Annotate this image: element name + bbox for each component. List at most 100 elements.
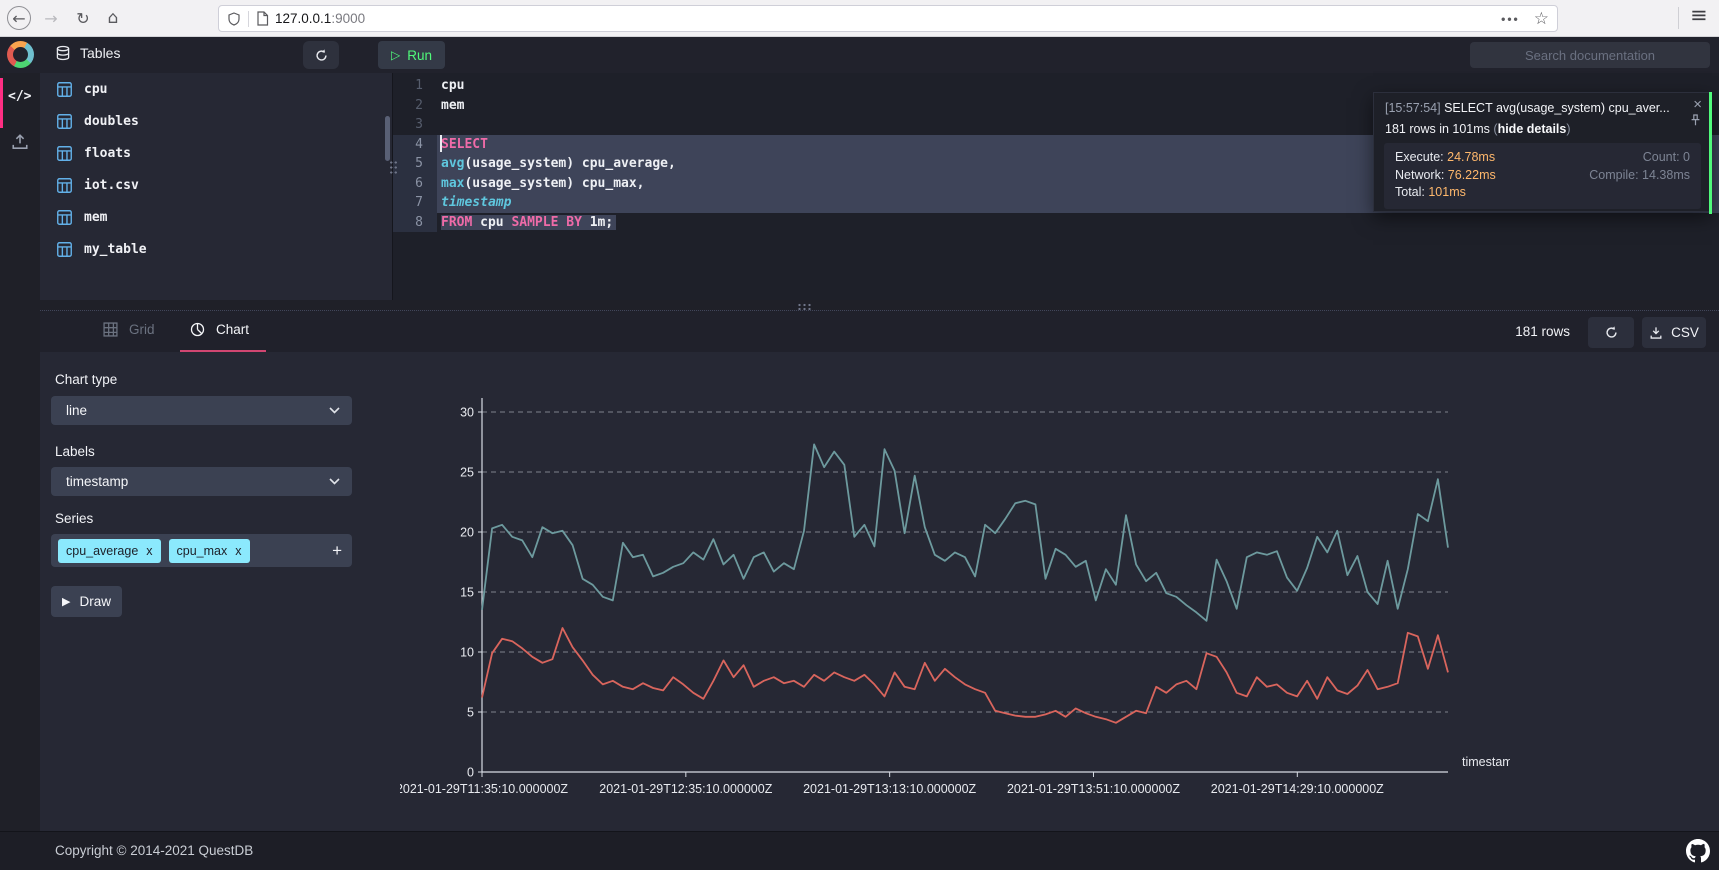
github-icon[interactable] xyxy=(1686,839,1710,863)
chart-type-value: line xyxy=(66,403,87,418)
tables-list: cpu doublesfloatsiot.csv mem my_table xyxy=(40,73,392,265)
run-button[interactable]: ▷ Run xyxy=(378,41,445,69)
stats-right: Count: 0Compile: 14.38ms xyxy=(1589,149,1690,202)
left-rail: </> xyxy=(0,73,40,831)
series-chip-cpu_max[interactable]: cpu_max x xyxy=(169,539,250,563)
active-rail-indicator xyxy=(0,78,3,128)
code-editor-icon[interactable]: </> xyxy=(8,89,31,104)
app-header: Tables ▷ Run xyxy=(0,37,1719,73)
notification-summary: 181 rows in 101ms (hide details) xyxy=(1374,115,1711,136)
chevron-down-icon xyxy=(329,478,340,485)
series-chips-box: cpu_averagex cpu_max x + xyxy=(51,534,352,567)
notification-title: [15:57:54] SELECT avg(usage_system) cpu_… xyxy=(1374,93,1711,115)
home-button[interactable]: ⌂ xyxy=(101,6,125,30)
draw-button[interactable]: ▶ Draw xyxy=(51,586,122,617)
stat-row: Count: 0 xyxy=(1589,149,1690,167)
page-actions-icon[interactable]: ••• xyxy=(1501,12,1520,26)
draw-label: Draw xyxy=(79,594,111,609)
series-chip-label: cpu_max xyxy=(177,544,228,558)
forward-button[interactable]: → xyxy=(39,6,63,30)
svg-text:2021-01-29T13:13:10.000000Z: 2021-01-29T13:13:10.000000Z xyxy=(803,782,976,796)
chart-type-label: Chart type xyxy=(55,372,117,387)
back-button[interactable]: ← xyxy=(7,6,31,30)
line-number: 3 xyxy=(393,115,437,135)
line-chart[interactable]: 0510152025302021-01-29T11:35:10.000000Z2… xyxy=(400,330,1510,808)
line-number: 1 xyxy=(393,76,437,96)
series-line-cpu_max[interactable] xyxy=(482,444,1448,620)
chevron-down-icon xyxy=(329,407,340,414)
draw-play-icon: ▶ xyxy=(62,595,70,608)
chart-tick-labels: 0510152025302021-01-29T11:35:10.000000Z2… xyxy=(400,406,1510,797)
notification-accent-bar xyxy=(1709,92,1712,214)
table-icon xyxy=(57,242,72,257)
editor-line-8: 8FROM cpu SAMPLE BY 1m; xyxy=(393,213,1719,233)
bookmark-star-icon[interactable]: ☆ xyxy=(1534,9,1549,29)
line-number: 4 xyxy=(393,135,437,155)
url-text: 127.0.0.1:9000 xyxy=(275,11,365,26)
search-documentation-input[interactable] xyxy=(1470,42,1710,68)
line-code: FROM cpu SAMPLE BY 1m; xyxy=(437,213,1719,233)
line-tokens: avg(usage_system) cpu_average, xyxy=(441,156,676,171)
url-port: :9000 xyxy=(331,11,365,26)
chart-type-select[interactable]: line xyxy=(51,396,352,425)
table-name: my_table xyxy=(84,242,147,257)
stats-left: Execute: 24.78msNetwork: 76.22msTotal: 1… xyxy=(1395,149,1496,202)
tables-label: Tables xyxy=(80,45,120,61)
table-item-iot.csv[interactable]: iot.csv xyxy=(40,169,392,201)
table-item-floats[interactable]: floats xyxy=(40,137,392,169)
table-item-doubles[interactable]: doubles xyxy=(40,105,392,137)
refresh-tables-button[interactable] xyxy=(303,41,339,69)
table-icon xyxy=(57,146,72,161)
series-line-cpu_average[interactable] xyxy=(482,628,1448,723)
table-item-cpu[interactable]: cpu xyxy=(40,73,392,105)
stat-row: Total: 101ms xyxy=(1395,184,1496,202)
table-item-my_table[interactable]: my_table xyxy=(40,233,392,265)
tab-grid[interactable]: Grid xyxy=(103,322,155,337)
toolbar-separator xyxy=(1678,7,1679,29)
remove-chip-icon[interactable]: x xyxy=(146,544,152,558)
run-play-icon: ▷ xyxy=(391,48,400,62)
copyright-text: Copyright © 2014-2021 QuestDB xyxy=(55,843,253,858)
table-icon xyxy=(57,114,72,129)
menu-icon[interactable]: ≡ xyxy=(1690,3,1708,27)
table-icon xyxy=(57,210,72,225)
svg-text:5: 5 xyxy=(467,706,474,720)
line-number: 5 xyxy=(393,154,437,174)
table-item-mem[interactable]: mem xyxy=(40,201,392,233)
tables-scrollbar[interactable] xyxy=(385,116,390,161)
chart-gridlines xyxy=(482,412,1448,712)
chart-panel: Chart type line Labels timestamp Series … xyxy=(40,352,1719,831)
tab-chart-label: Chart xyxy=(216,322,249,337)
svg-text:2021-01-29T13:51:10.000000Z: 2021-01-29T13:51:10.000000Z xyxy=(1007,782,1180,796)
tables-panel: cpu doublesfloatsiot.csv mem my_table xyxy=(40,73,392,300)
questdb-logo[interactable] xyxy=(7,41,34,68)
remove-chip-icon[interactable]: x xyxy=(235,544,241,558)
csv-label: CSV xyxy=(1671,325,1699,340)
svg-text:20: 20 xyxy=(460,526,474,540)
close-icon[interactable]: × xyxy=(1693,97,1702,112)
line-tokens: max(usage_system) cpu_max, xyxy=(441,176,645,191)
hide-details-link[interactable]: hide details xyxy=(1498,122,1567,136)
browser-chrome: ← → ↻ ⌂ 127.0.0.1:9000 ••• ☆ ≡ xyxy=(0,0,1719,37)
csv-download-button[interactable]: CSV xyxy=(1642,317,1706,348)
shield-icon xyxy=(227,12,241,26)
table-name: mem xyxy=(84,210,107,225)
url-bar[interactable]: 127.0.0.1:9000 ••• ☆ xyxy=(218,5,1558,32)
labels-value: timestamp xyxy=(66,474,128,489)
series-label: Series xyxy=(55,511,93,526)
table-name: cpu xyxy=(84,82,107,97)
svg-text:timestamp: timestamp xyxy=(1462,755,1510,769)
editor-drag-handle[interactable] xyxy=(389,160,398,176)
reload-button[interactable]: ↻ xyxy=(71,6,95,30)
tab-chart[interactable]: Chart xyxy=(190,322,249,337)
pin-icon[interactable] xyxy=(1690,114,1701,126)
labels-select[interactable]: timestamp xyxy=(51,467,352,496)
download-icon xyxy=(1649,326,1663,340)
line-number: 7 xyxy=(393,193,437,213)
add-series-button[interactable]: + xyxy=(332,541,342,561)
series-chip-cpu_average[interactable]: cpu_averagex xyxy=(58,539,161,563)
refresh-results-button[interactable] xyxy=(1588,317,1634,348)
upload-icon[interactable] xyxy=(11,133,29,151)
stat-row: Compile: 14.38ms xyxy=(1589,167,1690,185)
splitter-drag-handle[interactable] xyxy=(797,303,813,310)
